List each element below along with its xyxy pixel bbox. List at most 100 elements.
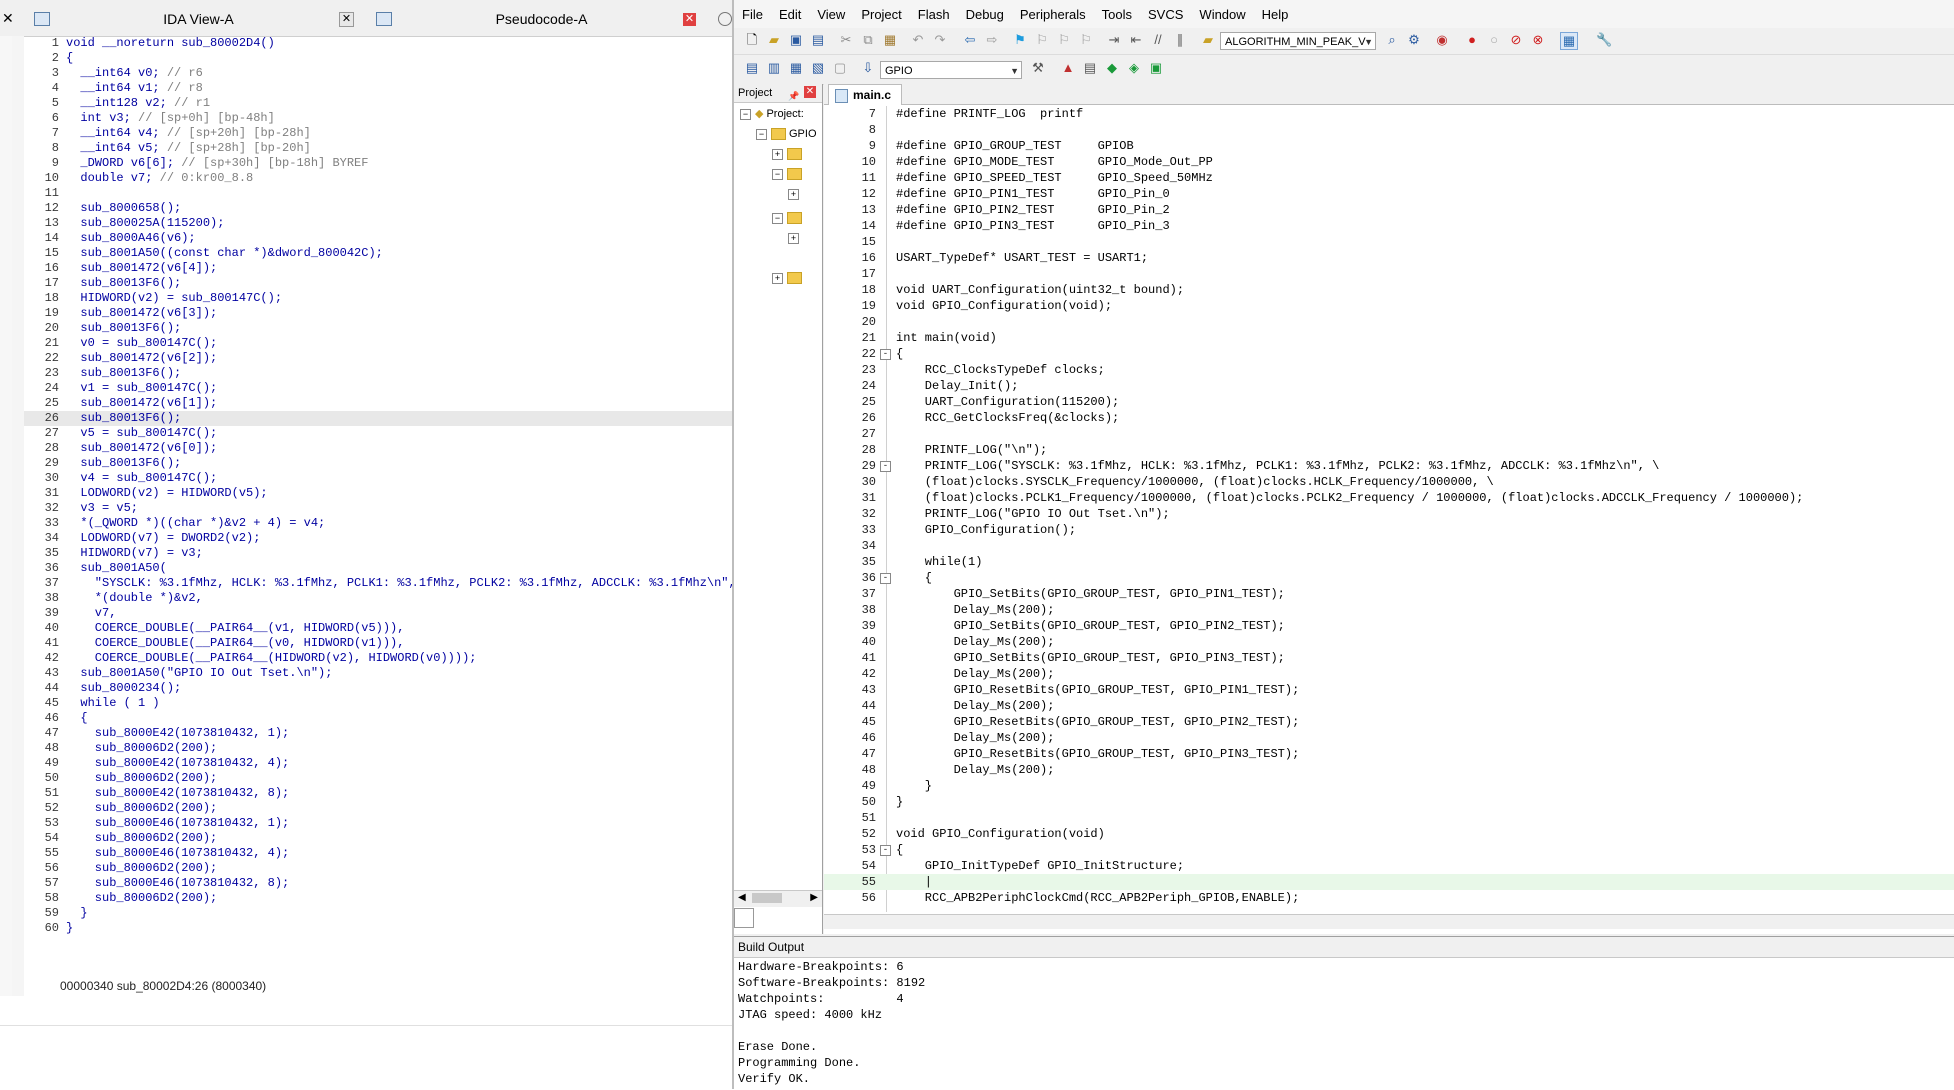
- undo-icon[interactable]: ↶: [910, 32, 926, 48]
- disable-breakpoints-icon[interactable]: ⊘: [1508, 32, 1524, 48]
- code-line[interactable]: 47 sub_8000E42(1073810432, 1);: [24, 726, 732, 741]
- tab-pseudocode-a[interactable]: Pseudocode-A ✕: [376, 6, 696, 32]
- code-line[interactable]: 23 sub_80013F6();: [24, 366, 732, 381]
- code-line[interactable]: 21 v0 = sub_800147C();: [24, 336, 732, 351]
- tab-close-icon[interactable]: ✕: [339, 11, 354, 27]
- code-line[interactable]: 31 LODWORD(v2) = HIDWORD(v5);: [24, 486, 732, 501]
- nav-forward-icon[interactable]: ⇨: [984, 32, 1000, 48]
- code-line[interactable]: 45 while ( 1 ): [24, 696, 732, 711]
- code-line[interactable]: 8 __int64 v5; // [sp+28h] [bp-20h]: [24, 141, 732, 156]
- scroll-right-icon[interactable]: ▶: [810, 892, 818, 903]
- code-line[interactable]: 27 v5 = sub_800147C();: [24, 426, 732, 441]
- editor-line[interactable]: 18 void UART_Configuration(uint32_t bound…: [824, 282, 1954, 298]
- pack-installer-icon[interactable]: ◆: [1104, 60, 1120, 76]
- file-extensions-icon[interactable]: ▤: [1082, 60, 1098, 76]
- editor-line[interactable]: 44 Delay_Ms(200);: [824, 698, 1954, 714]
- build-icon[interactable]: ▥: [766, 60, 782, 76]
- editor-line[interactable]: 17: [824, 266, 1954, 282]
- group-node[interactable]: +: [772, 270, 802, 286]
- code-line[interactable]: 1 void __noreturn sub_80002D4(): [24, 36, 732, 51]
- code-line[interactable]: 32 v3 = v5;: [24, 501, 732, 516]
- menu-view[interactable]: View: [809, 7, 853, 22]
- editor-line[interactable]: 22-{: [824, 346, 1954, 362]
- open-folder-icon[interactable]: ▰: [766, 32, 782, 48]
- expand-icon[interactable]: +: [772, 148, 783, 160]
- menu-window[interactable]: Window: [1191, 7, 1253, 22]
- stop-build-icon[interactable]: ▢: [832, 60, 848, 76]
- code-line[interactable]: 13 sub_800025A(115200);: [24, 216, 732, 231]
- fold-collapse-icon[interactable]: -: [880, 461, 891, 472]
- debug-session-icon[interactable]: ◉: [1434, 32, 1450, 48]
- editor-line[interactable]: 24 Delay_Init();: [824, 378, 1954, 394]
- file-node[interactable]: +: [788, 186, 803, 202]
- code-line[interactable]: 52 sub_80006D2(200);: [24, 801, 732, 816]
- collapse-icon[interactable]: −: [756, 128, 767, 140]
- code-line[interactable]: 50 sub_80006D2(200);: [24, 771, 732, 786]
- new-file-icon[interactable]: 🗋: [744, 32, 760, 48]
- project-root-node[interactable]: − ◆ Project:: [740, 106, 804, 122]
- editor-line[interactable]: 19 void GPIO_Configuration(void);: [824, 298, 1954, 314]
- select-packs-icon[interactable]: ◈: [1126, 60, 1142, 76]
- tools-icon[interactable]: 🔧: [1596, 32, 1612, 48]
- editor-line[interactable]: 54 GPIO_InitTypeDef GPIO_InitStructure;: [824, 858, 1954, 874]
- code-line[interactable]: 33 *(_QWORD *)((char *)&v2 + 4) = v4;: [24, 516, 732, 531]
- editor-line[interactable]: 55 |: [824, 874, 1954, 890]
- code-line[interactable]: 9 _DWORD v6[6]; // [sp+30h] [bp-18h] BYR…: [24, 156, 732, 171]
- code-line[interactable]: 42 COERCE_DOUBLE(__PAIR64__(HIDWORD(v2),…: [24, 651, 732, 666]
- code-line[interactable]: 38 *(double *)&v2,: [24, 591, 732, 606]
- configure-icon[interactable]: ⚙: [1406, 32, 1422, 48]
- fold-collapse-icon[interactable]: -: [880, 349, 891, 360]
- project-target-combo[interactable]: GPIO ▼: [880, 61, 1022, 79]
- menu-debug[interactable]: Debug: [958, 7, 1012, 22]
- code-line[interactable]: 14 sub_8000A46(v6);: [24, 231, 732, 246]
- tab-ida-view-a[interactable]: IDA View-A ✕: [34, 6, 354, 32]
- build-output-text[interactable]: Hardware-Breakpoints: 6 Software-Breakpoi…: [734, 959, 1954, 1089]
- editor-line[interactable]: 13 #define GPIO_PIN2_TEST GPIO_Pin_2: [824, 202, 1954, 218]
- bookmark-clear-icon[interactable]: ⚐: [1078, 32, 1094, 48]
- code-line[interactable]: 34 LODWORD(v7) = DWORD2(v2);: [24, 531, 732, 546]
- code-line[interactable]: 4 __int64 v1; // r8: [24, 81, 732, 96]
- code-line[interactable]: 43 sub_8001A50("GPIO IO Out Tset.\n");: [24, 666, 732, 681]
- indent-icon[interactable]: ⇥: [1106, 32, 1122, 48]
- editor-line[interactable]: 53-{: [824, 842, 1954, 858]
- editor-line[interactable]: 29- PRINTF_LOG("SYSCLK: %3.1fMhz, HCLK: …: [824, 458, 1954, 474]
- uncomment-icon[interactable]: ∥: [1172, 32, 1188, 48]
- editor-line[interactable]: 35 while(1): [824, 554, 1954, 570]
- pseudocode-view[interactable]: 1 void __noreturn sub_80002D4() 2{3 __int6…: [24, 36, 732, 986]
- menu-svcs[interactable]: SVCS: [1140, 7, 1191, 22]
- code-line[interactable]: 36 sub_8001A50(: [24, 561, 732, 576]
- file-node[interactable]: +: [788, 230, 803, 246]
- editor-line[interactable]: 16 USART_TypeDef* USART_TEST = USART1;: [824, 250, 1954, 266]
- editor-line[interactable]: 51: [824, 810, 1954, 826]
- code-line[interactable]: 28 sub_8001472(v6[0]);: [24, 441, 732, 456]
- code-line[interactable]: 30 v4 = sub_800147C();: [24, 471, 732, 486]
- fold-collapse-icon[interactable]: -: [880, 845, 891, 856]
- menu-project[interactable]: Project: [853, 7, 909, 22]
- code-line[interactable]: 53 sub_8000E46(1073810432, 1);: [24, 816, 732, 831]
- code-line[interactable]: 24 v1 = sub_800147C();: [24, 381, 732, 396]
- editor-line[interactable]: 40 Delay_Ms(200);: [824, 634, 1954, 650]
- code-line[interactable]: 25 sub_8001472(v6[1]);: [24, 396, 732, 411]
- code-line[interactable]: 12 sub_8000658();: [24, 201, 732, 216]
- expand-icon[interactable]: +: [788, 232, 799, 244]
- editor-line[interactable]: 7 #define PRINTF_LOG printf: [824, 106, 1954, 122]
- editor-line[interactable]: 14 #define GPIO_PIN3_TEST GPIO_Pin_3: [824, 218, 1954, 234]
- code-line[interactable]: 60}: [24, 921, 732, 936]
- menu-flash[interactable]: Flash: [910, 7, 958, 22]
- download-icon[interactable]: ⇩: [860, 60, 876, 76]
- kill-breakpoints-icon[interactable]: ⊗: [1530, 32, 1546, 48]
- editor-line[interactable]: 23 RCC_ClocksTypeDef clocks;: [824, 362, 1954, 378]
- editor-hscrollbar[interactable]: [824, 914, 1954, 929]
- window-layout-icon[interactable]: ▦: [1560, 32, 1578, 50]
- save-all-icon[interactable]: ▤: [810, 32, 826, 48]
- editor-line[interactable]: 38 Delay_Ms(200);: [824, 602, 1954, 618]
- run-time-env-icon[interactable]: ▣: [1148, 60, 1164, 76]
- editor-line[interactable]: 31 (float)clocks.PCLK1_Frequency/1000000…: [824, 490, 1954, 506]
- code-line[interactable]: 2{: [24, 51, 732, 66]
- editor-line[interactable]: 27: [824, 426, 1954, 442]
- expand-icon[interactable]: +: [772, 272, 783, 284]
- editor-line[interactable]: 33 GPIO_Configuration();: [824, 522, 1954, 538]
- code-line[interactable]: 46 {: [24, 711, 732, 726]
- overflow-icon[interactable]: [718, 12, 732, 26]
- target-options-icon[interactable]: ⚒: [1030, 60, 1046, 76]
